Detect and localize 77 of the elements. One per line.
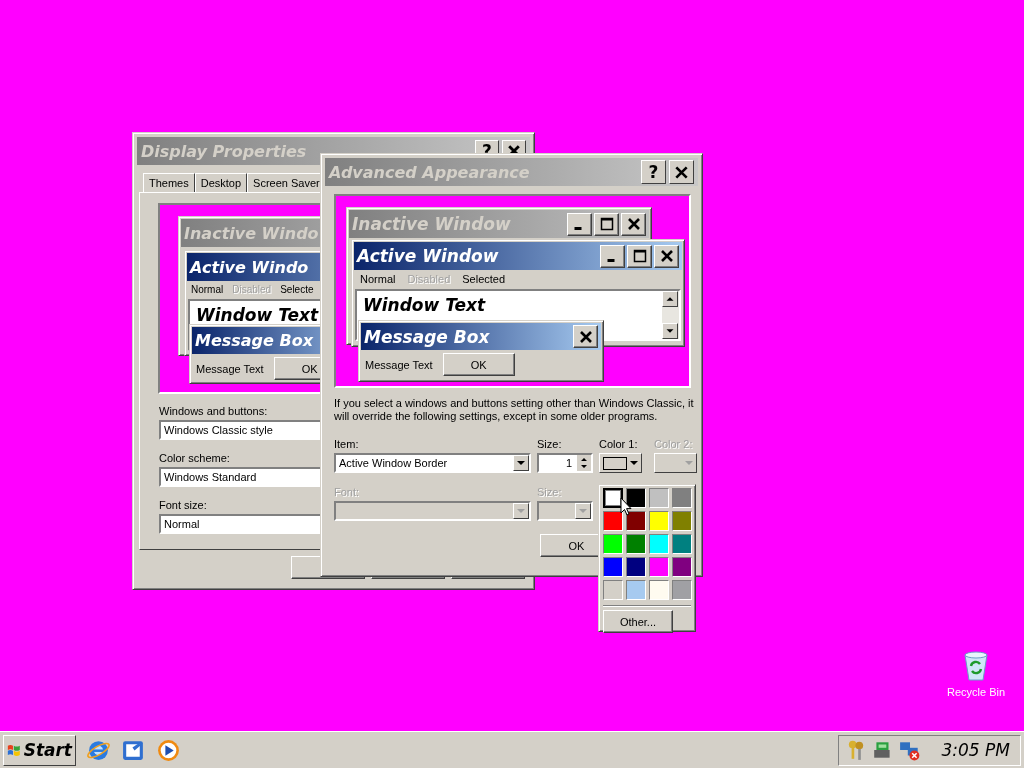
maximize-button[interactable] [594,212,619,236]
maximize-button[interactable] [627,244,652,268]
color-swatch[interactable] [603,488,623,508]
color-swatch[interactable] [672,580,692,600]
minimize-icon [607,259,615,262]
field-label: Font size: [159,499,207,511]
start-button[interactable]: Start [3,734,76,766]
color-swatch[interactable] [672,534,692,554]
clock[interactable]: 3:05 PM [941,740,1010,760]
color-swatch[interactable] [603,580,623,600]
window-text: Window Text [363,295,486,315]
message-text: Message Text [365,358,433,371]
spin-arrows-icon [577,455,591,471]
menu-item[interactable]: Selected [462,273,506,285]
menu-item[interactable]: Normal [360,273,396,285]
field-label: Item: [334,438,360,450]
other-button[interactable]: Other... [603,610,673,633]
color-swatch[interactable] [649,488,669,508]
menu-item[interactable]: Selecte [280,284,314,295]
color-swatch[interactable] [626,511,646,531]
dropdown-field[interactable] [334,501,531,521]
info-text: If you select a windows and buttons setting other than Windows Classic, it will override the following settings, except in some older programs. [334,397,694,423]
field-label: Color scheme: [159,452,230,464]
color-button[interactable] [599,453,642,473]
close-button[interactable] [621,212,646,236]
color-swatch[interactable] [672,511,692,531]
field-label: Windows and buttons: [159,405,268,417]
color-swatch[interactable] [626,488,646,508]
color-swatch[interactable] [649,534,669,554]
color-button[interactable] [654,453,697,473]
color-swatch[interactable] [672,488,692,508]
maximize-icon [599,217,614,231]
cursor-icon [620,497,632,516]
color-swatch[interactable] [649,557,669,577]
window-title: Inactive Window [352,214,512,234]
close-button[interactable] [573,325,598,348]
flag-icon [7,742,21,758]
color-swatch[interactable] [649,580,669,600]
recycle-bin-icon[interactable] [961,650,991,682]
tab[interactable]: Themes [143,173,195,192]
dropdown-arrow-icon [630,460,638,466]
close-icon [578,329,593,344]
minimize-button[interactable] [600,244,625,268]
field-label: Size: [537,438,563,450]
color-swatch[interactable] [603,534,623,554]
network-warning-icon[interactable] [898,739,921,761]
menu-item[interactable]: Normal [191,284,224,295]
ok-button[interactable]: OK [442,353,515,376]
window-title: Message Box [364,326,491,347]
close-icon [626,217,641,231]
color-swatch[interactable] [603,511,623,531]
message-text: Message Text [196,362,264,375]
minimize-icon [574,227,582,230]
dropdown-field[interactable]: Active Window Border [334,453,531,473]
close-icon [659,249,674,263]
window-title: Display Properties [141,141,308,161]
window-title: Active Window [357,246,500,266]
window-title: Advanced Appearance [329,162,531,182]
color-swatch[interactable] [649,511,669,531]
dropdown-field[interactable] [537,501,593,521]
tab[interactable]: Desktop [194,173,248,192]
color-swatch[interactable] [672,557,692,577]
color-swatch[interactable] [626,534,646,554]
window-title: Active Windo [190,257,310,277]
window-text: Window Text [196,305,319,325]
dropdown-arrow-icon [685,460,693,466]
field-label: Color 1: [599,438,639,450]
color-swatch[interactable] [603,557,623,577]
color-swatch[interactable] [626,557,646,577]
maximize-icon [632,249,647,263]
scrollbar[interactable] [662,291,679,339]
color-swatch[interactable] [626,580,646,600]
media-player-icon[interactable] [156,737,181,763]
minimize-button[interactable] [567,212,592,236]
close-button[interactable] [654,244,679,268]
close-icon [675,165,688,179]
spin-field[interactable]: 1 [537,453,593,473]
